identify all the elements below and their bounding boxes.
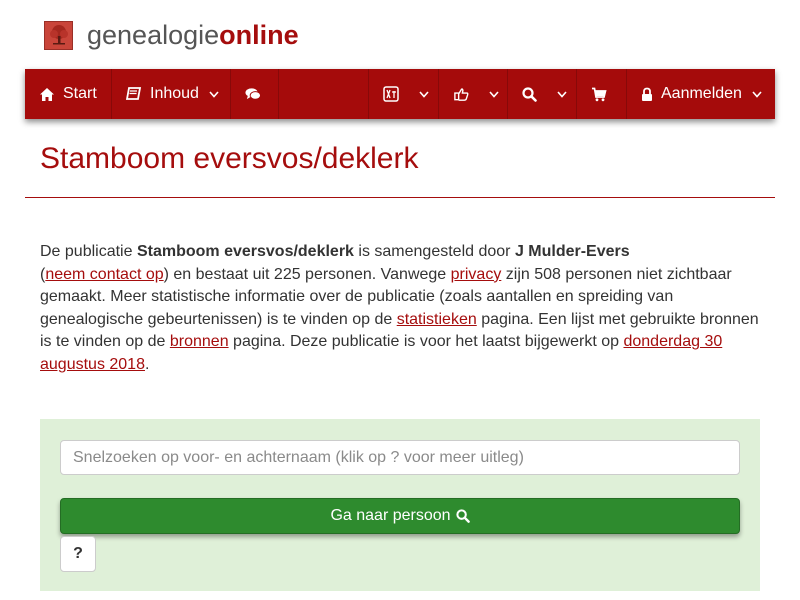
brand-name-part2: online: [219, 19, 299, 50]
search-icon: [522, 86, 537, 102]
share-icon: [453, 86, 469, 102]
publication-intro: De publicatie Stamboom eversvos/deklerk …: [40, 241, 765, 377]
title-divider: [25, 197, 775, 198]
publication-name: Stamboom eversvos/deklerk: [136, 243, 354, 260]
tree-icon: [44, 20, 73, 50]
intro-text: is samengesteld door: [353, 243, 515, 260]
chevron-down-icon: [419, 90, 429, 98]
nav-start[interactable]: Start: [25, 69, 112, 119]
brand-name: genealogieonline: [87, 20, 299, 51]
home-icon: [39, 86, 55, 102]
intro-text: pagina. Deze publicatie is voor het laat…: [228, 333, 624, 351]
contact-link[interactable]: neem contact op: [45, 266, 163, 283]
statistics-link[interactable]: statistieken: [397, 311, 477, 328]
nav-login-label: Aanmelden: [661, 85, 742, 102]
nav-start-label: Start: [63, 85, 97, 102]
sources-link[interactable]: bronnen: [170, 333, 229, 350]
nav-cart[interactable]: [577, 69, 627, 119]
chevron-down-icon: [752, 90, 762, 98]
nav-search[interactable]: [508, 69, 577, 119]
intro-text: .: [144, 355, 150, 373]
brand-name-part1: genealogie: [87, 19, 220, 50]
comments-icon: [245, 86, 261, 102]
quick-search-input[interactable]: [60, 440, 740, 475]
book-icon: [126, 86, 142, 102]
go-to-person-label: Ga naar persoon: [330, 507, 451, 524]
page-title: Stamboom eversvos/deklerk: [40, 142, 419, 175]
nav-language[interactable]: [369, 69, 439, 119]
author-name: J Mulder-Evers: [514, 243, 630, 260]
quick-search-panel: Ga naar persoon ?: [40, 419, 760, 591]
nav-share[interactable]: [439, 69, 508, 119]
nav-inhoud-label: Inhoud: [150, 85, 199, 102]
nav-spacer: [279, 69, 369, 119]
intro-text: De publicatie: [40, 243, 137, 260]
chevron-down-icon: [489, 90, 499, 98]
nav-forum[interactable]: [231, 69, 279, 119]
nav-inhoud[interactable]: Inhoud: [112, 69, 231, 119]
chevron-down-icon: [557, 90, 567, 98]
lock-icon: [641, 86, 653, 102]
nav-login[interactable]: Aanmelden: [627, 69, 775, 119]
privacy-link[interactable]: privacy: [451, 266, 502, 283]
main-navbar: Start Inhoud Aanmelden: [25, 69, 775, 119]
language-icon: [383, 86, 399, 102]
search-icon: [455, 509, 470, 523]
go-to-person-button[interactable]: Ga naar persoon: [60, 498, 740, 534]
cart-icon: [591, 86, 607, 102]
search-help-button[interactable]: ?: [60, 536, 96, 572]
site-logo[interactable]: genealogieonline: [44, 18, 299, 52]
chevron-down-icon: [209, 90, 219, 98]
intro-text: ) en bestaat uit 225 personen. Vanwege: [163, 265, 451, 283]
